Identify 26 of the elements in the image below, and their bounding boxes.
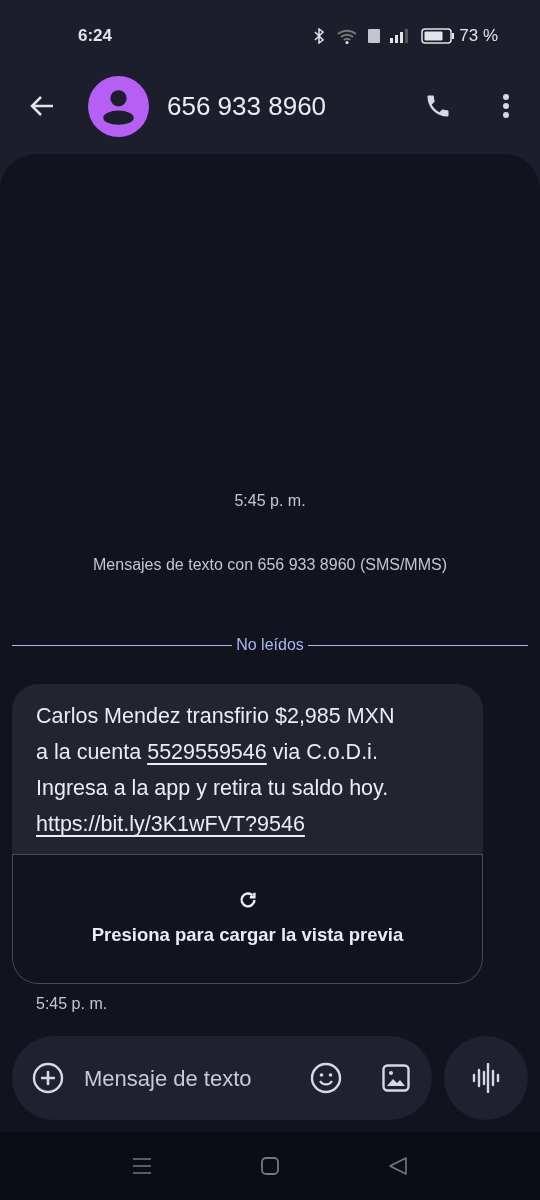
back-arrow-icon bbox=[29, 94, 55, 118]
message-link[interactable]: https://bit.ly/3K1wFVT?9546 bbox=[36, 812, 305, 836]
message-text: Carlos Mendez transfirio $2,985 MXN a la cuenta 5529559546 via C.o.D.i. Ingresa a la app y retira tu saldo hoy. https://bit.ly/3K1wFVT?9546 bbox=[35, 703, 396, 838]
menu-icon[interactable] bbox=[132, 1157, 152, 1175]
message-time: 5:45 p. m. bbox=[36, 995, 108, 1012]
add-icon[interactable] bbox=[32, 1062, 64, 1094]
conversation-timestamp: 5:45 p. m. bbox=[234, 492, 306, 509]
status-time: 6:24 bbox=[78, 25, 113, 48]
contact-name: 656 933 8960 bbox=[167, 89, 327, 123]
signal-icon bbox=[389, 28, 410, 44]
message-input[interactable]: Mensaje de texto bbox=[84, 1061, 274, 1095]
battery-icon bbox=[421, 28, 456, 44]
bluetooth-icon bbox=[313, 28, 326, 44]
message-link[interactable]: 5529559546 bbox=[147, 740, 267, 764]
more-vertical-icon bbox=[502, 93, 510, 119]
more-options-button[interactable] bbox=[502, 93, 510, 119]
image-icon[interactable] bbox=[382, 1064, 410, 1092]
home-icon[interactable] bbox=[260, 1156, 280, 1176]
avatar-icon bbox=[88, 75, 149, 137]
back-icon[interactable] bbox=[388, 1156, 408, 1176]
emoji-icon[interactable] bbox=[310, 1062, 342, 1094]
unread-divider-label: No leídos bbox=[236, 635, 304, 655]
waveform-icon bbox=[472, 1063, 500, 1093]
battery-percentage: 73 % bbox=[459, 25, 498, 48]
link-preview-button[interactable]: Presiona para cargar la vista previa bbox=[12, 854, 483, 984]
conversation-info: Mensajes de texto con 656 933 8960 (SMS/MMS) bbox=[93, 556, 447, 573]
